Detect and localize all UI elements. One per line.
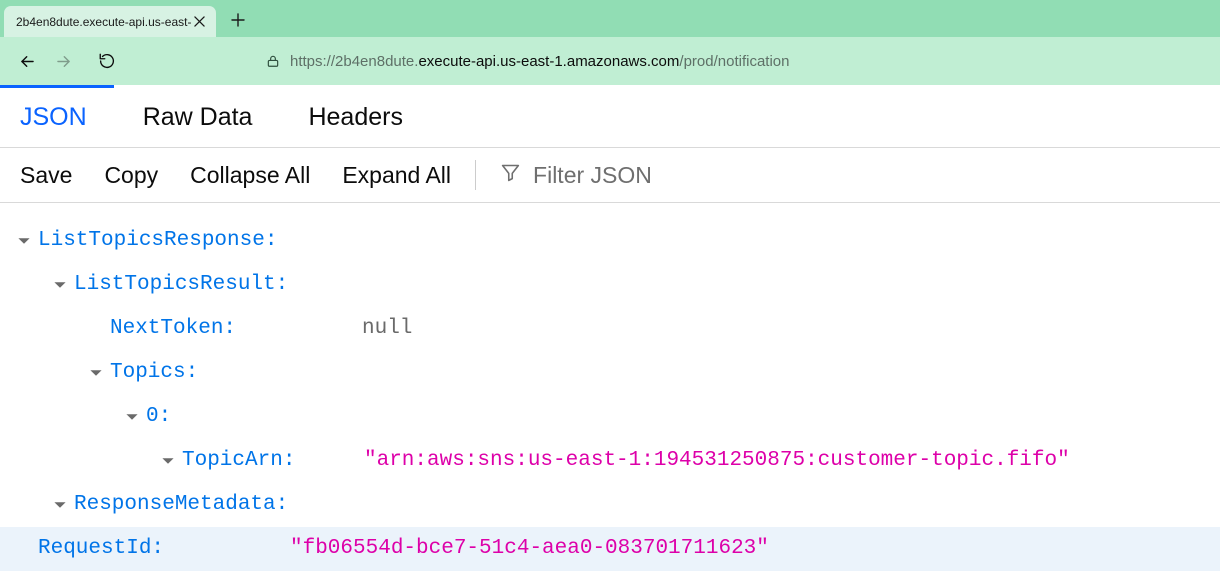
collapse-all-button[interactable]: Collapse All bbox=[190, 162, 310, 189]
lock-icon bbox=[266, 54, 280, 68]
json-value-null: null bbox=[362, 318, 412, 339]
url-bar[interactable]: https://2b4en8dute.execute-api.us-east-1… bbox=[254, 44, 1210, 78]
json-key[interactable]: NextToken: bbox=[110, 318, 236, 339]
tab-raw-data[interactable]: Raw Data bbox=[143, 103, 253, 132]
chevron-down-icon[interactable] bbox=[86, 363, 106, 383]
divider bbox=[475, 160, 476, 190]
filter-wrap bbox=[500, 162, 793, 189]
expand-all-button[interactable]: Expand All bbox=[342, 162, 451, 189]
json-key[interactable]: ListTopicsResponse: bbox=[38, 230, 277, 251]
tree-row: ListTopicsResult: bbox=[14, 263, 1220, 307]
browser-toolbar: https://2b4en8dute.execute-api.us-east-1… bbox=[0, 37, 1220, 85]
tree-row: RequestId: "fb06554d-bce7-51c4-aea0-0837… bbox=[0, 527, 1220, 571]
json-key[interactable]: ResponseMetadata: bbox=[74, 494, 288, 515]
json-key[interactable]: RequestId: bbox=[38, 538, 164, 559]
chevron-down-icon[interactable] bbox=[158, 451, 178, 471]
json-value-string: "fb06554d-bce7-51c4-aea0-083701711623" bbox=[290, 538, 769, 559]
tree-row: TopicArn: "arn:aws:sns:us-east-1:1945312… bbox=[14, 439, 1220, 483]
forward-button[interactable] bbox=[46, 44, 80, 78]
tree-row: Topics: bbox=[14, 351, 1220, 395]
browser-tab[interactable]: 2b4en8dute.execute-api.us-east-1.a bbox=[4, 6, 216, 37]
json-key[interactable]: Topics: bbox=[110, 362, 198, 383]
json-value-string: "arn:aws:sns:us-east-1:194531250875:cust… bbox=[364, 450, 1070, 471]
new-tab-button[interactable] bbox=[224, 6, 252, 34]
tree-spacer bbox=[14, 539, 34, 559]
chevron-down-icon[interactable] bbox=[50, 275, 70, 295]
json-key[interactable]: 0: bbox=[146, 406, 171, 427]
tab-headers[interactable]: Headers bbox=[308, 103, 403, 132]
action-bar: Save Copy Collapse All Expand All bbox=[0, 148, 1220, 203]
funnel-icon bbox=[500, 162, 521, 189]
json-tree: ListTopicsResponse: ListTopicsResult: Ne… bbox=[0, 203, 1220, 571]
chevron-down-icon[interactable] bbox=[14, 231, 34, 251]
tab-json[interactable]: JSON bbox=[20, 103, 87, 132]
json-key[interactable]: ListTopicsResult: bbox=[74, 274, 288, 295]
copy-button[interactable]: Copy bbox=[104, 162, 158, 189]
page-load-progress bbox=[0, 85, 1220, 88]
tab-title: 2b4en8dute.execute-api.us-east-1.a bbox=[16, 15, 191, 29]
tabstrip: 2b4en8dute.execute-api.us-east-1.a bbox=[0, 0, 1220, 37]
chevron-down-icon[interactable] bbox=[122, 407, 142, 427]
save-button[interactable]: Save bbox=[20, 162, 72, 189]
tree-row: 0: bbox=[14, 395, 1220, 439]
tree-row: NextToken: null bbox=[14, 307, 1220, 351]
tree-row: ResponseMetadata: bbox=[14, 483, 1220, 527]
url-text: https://2b4en8dute.execute-api.us-east-1… bbox=[290, 53, 789, 70]
close-icon[interactable] bbox=[191, 13, 208, 30]
filter-input[interactable] bbox=[533, 162, 793, 189]
viewer-tabs: JSON Raw Data Headers bbox=[0, 88, 1220, 148]
tree-row: ListTopicsResponse: bbox=[14, 219, 1220, 263]
json-key[interactable]: TopicArn: bbox=[182, 450, 295, 471]
chevron-down-icon[interactable] bbox=[50, 495, 70, 515]
tree-spacer bbox=[86, 319, 106, 339]
back-button[interactable] bbox=[10, 44, 44, 78]
reload-button[interactable] bbox=[90, 44, 124, 78]
